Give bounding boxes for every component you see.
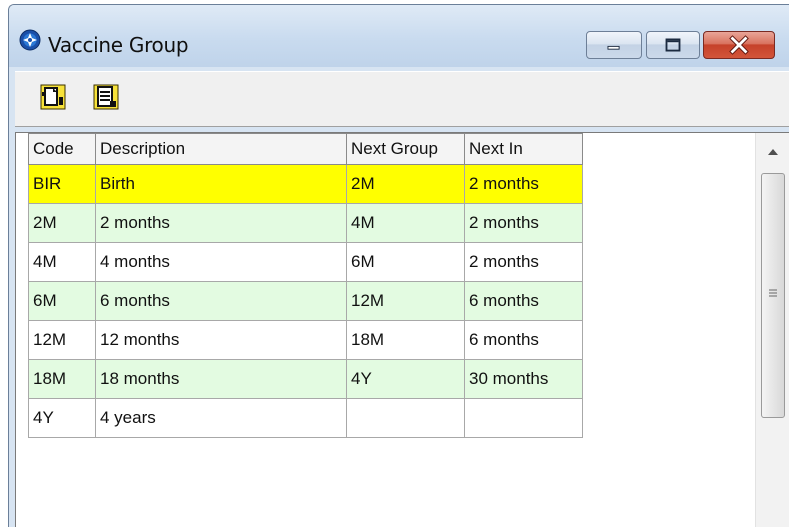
title-bar[interactable]: Vaccine Group bbox=[9, 5, 789, 67]
cell-next-in[interactable]: 2 months bbox=[464, 242, 583, 282]
close-icon bbox=[729, 35, 749, 55]
cell-code[interactable]: 4Y bbox=[28, 398, 96, 438]
cell-next-in[interactable]: 6 months bbox=[464, 281, 583, 321]
cell-code[interactable]: 4M bbox=[28, 242, 96, 282]
table-row[interactable]: 2M 2 months 4M 2 months bbox=[28, 203, 583, 243]
close-button[interactable] bbox=[703, 31, 775, 59]
cell-code[interactable]: BIR bbox=[28, 164, 96, 204]
table-row[interactable]: 12M 12 months 18M 6 months bbox=[28, 320, 583, 360]
vaccine-group-grid[interactable]: Code Description Next Group Next In BIR … bbox=[15, 132, 789, 527]
maximize-icon bbox=[665, 38, 681, 52]
cell-next-in[interactable]: 6 months bbox=[464, 320, 583, 360]
scrollbar-thumb[interactable] bbox=[761, 173, 785, 418]
column-header-code[interactable]: Code bbox=[28, 133, 96, 165]
table-row[interactable]: 6M 6 months 12M 6 months bbox=[28, 281, 583, 321]
header-row: Code Description Next Group Next In bbox=[28, 133, 583, 165]
table-row[interactable]: BIR Birth 2M 2 months bbox=[28, 164, 583, 204]
scroll-up-arrow-icon[interactable] bbox=[756, 133, 789, 169]
cell-next-in[interactable] bbox=[464, 398, 583, 438]
vertical-scrollbar[interactable] bbox=[755, 133, 789, 527]
cell-description[interactable]: 18 months bbox=[95, 359, 347, 399]
cell-code[interactable]: 2M bbox=[28, 203, 96, 243]
new-record-icon[interactable] bbox=[39, 83, 67, 111]
cell-description[interactable]: 4 months bbox=[95, 242, 347, 282]
table-row[interactable]: 4Y 4 years bbox=[28, 398, 583, 438]
table-row[interactable]: 18M 18 months 4Y 30 months bbox=[28, 359, 583, 399]
edit-record-icon[interactable] bbox=[92, 83, 120, 111]
cell-description[interactable]: 6 months bbox=[95, 281, 347, 321]
vaccine-group-window: Vaccine Group Code Description Next Grou… bbox=[8, 4, 789, 527]
cell-next-group[interactable] bbox=[346, 398, 465, 438]
column-header-next-group[interactable]: Next Group bbox=[346, 133, 465, 165]
window-title: Vaccine Group bbox=[48, 33, 189, 57]
column-header-next-in[interactable]: Next In bbox=[464, 133, 583, 165]
cell-description[interactable]: 2 months bbox=[95, 203, 347, 243]
column-header-description[interactable]: Description bbox=[95, 133, 347, 165]
minimize-icon bbox=[607, 45, 620, 50]
cell-next-in[interactable]: 2 months bbox=[464, 164, 583, 204]
minimize-button[interactable] bbox=[586, 31, 642, 59]
scrollbar-grip-icon bbox=[769, 289, 777, 297]
cell-code[interactable]: 6M bbox=[28, 281, 96, 321]
cell-description[interactable]: 4 years bbox=[95, 398, 347, 438]
cell-next-group[interactable]: 4M bbox=[346, 203, 465, 243]
table-row[interactable]: 4M 4 months 6M 2 months bbox=[28, 242, 583, 282]
cell-next-in[interactable]: 30 months bbox=[464, 359, 583, 399]
cell-next-in[interactable]: 2 months bbox=[464, 203, 583, 243]
cell-code[interactable]: 18M bbox=[28, 359, 96, 399]
cell-description[interactable]: 12 months bbox=[95, 320, 347, 360]
app-globe-icon bbox=[19, 29, 41, 51]
data-table: Code Description Next Group Next In BIR … bbox=[28, 133, 583, 438]
cell-next-group[interactable]: 12M bbox=[346, 281, 465, 321]
cell-next-group[interactable]: 6M bbox=[346, 242, 465, 282]
cell-next-group[interactable]: 2M bbox=[346, 164, 465, 204]
cell-next-group[interactable]: 4Y bbox=[346, 359, 465, 399]
cell-next-group[interactable]: 18M bbox=[346, 320, 465, 360]
cell-description[interactable]: Birth bbox=[95, 164, 347, 204]
maximize-button[interactable] bbox=[646, 31, 700, 59]
cell-code[interactable]: 12M bbox=[28, 320, 96, 360]
toolbar bbox=[15, 71, 789, 127]
